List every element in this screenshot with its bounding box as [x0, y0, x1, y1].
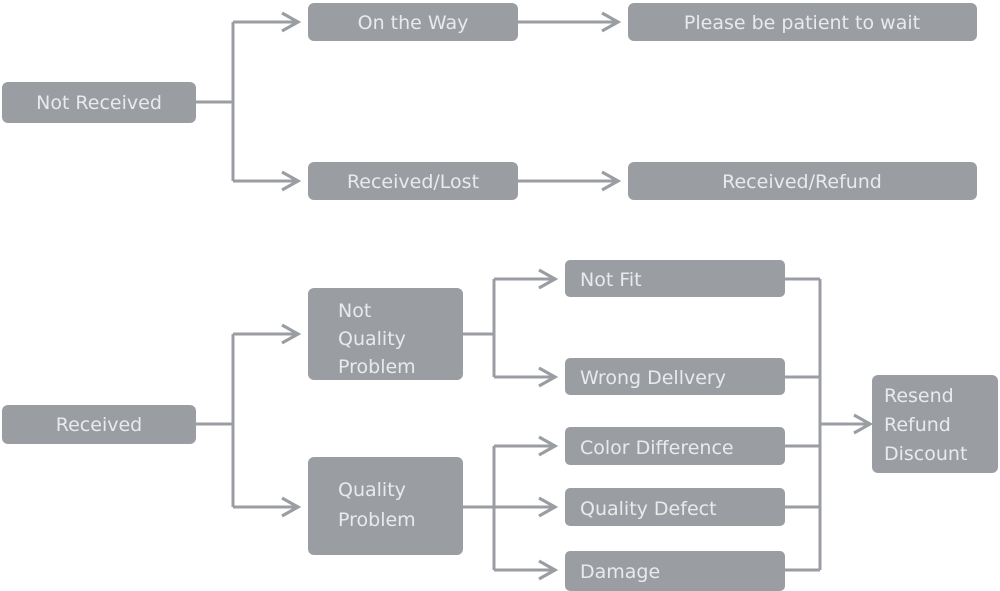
- node-resolution-label-line3: Discount: [884, 443, 967, 465]
- connector-quality-problem-branch: [463, 435, 559, 581]
- connector-on-the-way-to-please-wait: [518, 11, 622, 33]
- node-wrong-delivery[interactable]: Wrong Dellvery: [565, 358, 785, 395]
- node-received[interactable]: Received: [2, 405, 196, 444]
- node-quality-problem[interactable]: Quality Problem: [308, 457, 463, 555]
- node-not-quality-problem-label-line3: Problem: [338, 356, 416, 378]
- node-received-refund-label: Received/Refund: [722, 171, 882, 193]
- connector-not-quality-problem-branch: [463, 268, 559, 388]
- connector-received-branch: [196, 323, 302, 518]
- node-quality-defect-label: Quality Defect: [580, 498, 717, 520]
- node-please-wait-label: Please be patient to wait: [684, 12, 920, 34]
- node-received-label: Received: [56, 414, 142, 436]
- node-resolution[interactable]: Resend Refund Discount: [872, 375, 998, 473]
- connector-not-received-branch: [196, 11, 302, 192]
- node-resolution-label-line1: Resend: [884, 385, 954, 407]
- node-on-the-way-label: On the Way: [358, 12, 469, 34]
- node-received-lost[interactable]: Received/Lost: [308, 162, 518, 200]
- node-resolution-label-line2: Refund: [884, 414, 951, 436]
- node-damage[interactable]: Damage: [565, 551, 785, 591]
- node-not-quality-problem-label-line1: Not: [338, 300, 371, 322]
- node-received-lost-label: Received/Lost: [347, 171, 479, 193]
- node-not-quality-problem[interactable]: Not Quality Problem: [308, 288, 463, 380]
- node-please-be-patient-to-wait[interactable]: Please be patient to wait: [628, 3, 977, 41]
- node-quality-problem-label-line2: Problem: [338, 509, 416, 531]
- node-not-quality-problem-label-line2: Quality: [338, 328, 406, 350]
- node-quality-defect[interactable]: Quality Defect: [565, 488, 785, 526]
- node-on-the-way[interactable]: On the Way: [308, 3, 518, 41]
- flowchart-canvas: Not Received On the Way Please be patien…: [0, 0, 1000, 591]
- node-wrong-delivery-label: Wrong Dellvery: [580, 367, 726, 389]
- node-not-received[interactable]: Not Received: [2, 82, 196, 123]
- node-not-fit[interactable]: Not Fit: [565, 260, 785, 297]
- node-quality-problem-box: [308, 457, 463, 555]
- node-received-refund[interactable]: Received/Refund: [628, 162, 977, 200]
- connector-issues-merge-to-resolution: [785, 277, 874, 572]
- flowchart-svg: Not Received On the Way Please be patien…: [2, 3, 998, 591]
- node-not-received-label: Not Received: [36, 92, 162, 114]
- node-color-difference-label: Color Difference: [580, 437, 734, 459]
- node-damage-label: Damage: [580, 561, 660, 583]
- node-quality-problem-label-line1: Quality: [338, 479, 406, 501]
- connector-received-lost-to-received-refund: [518, 170, 622, 192]
- node-color-difference[interactable]: Color Difference: [565, 427, 785, 465]
- node-not-fit-label: Not Fit: [580, 269, 642, 291]
